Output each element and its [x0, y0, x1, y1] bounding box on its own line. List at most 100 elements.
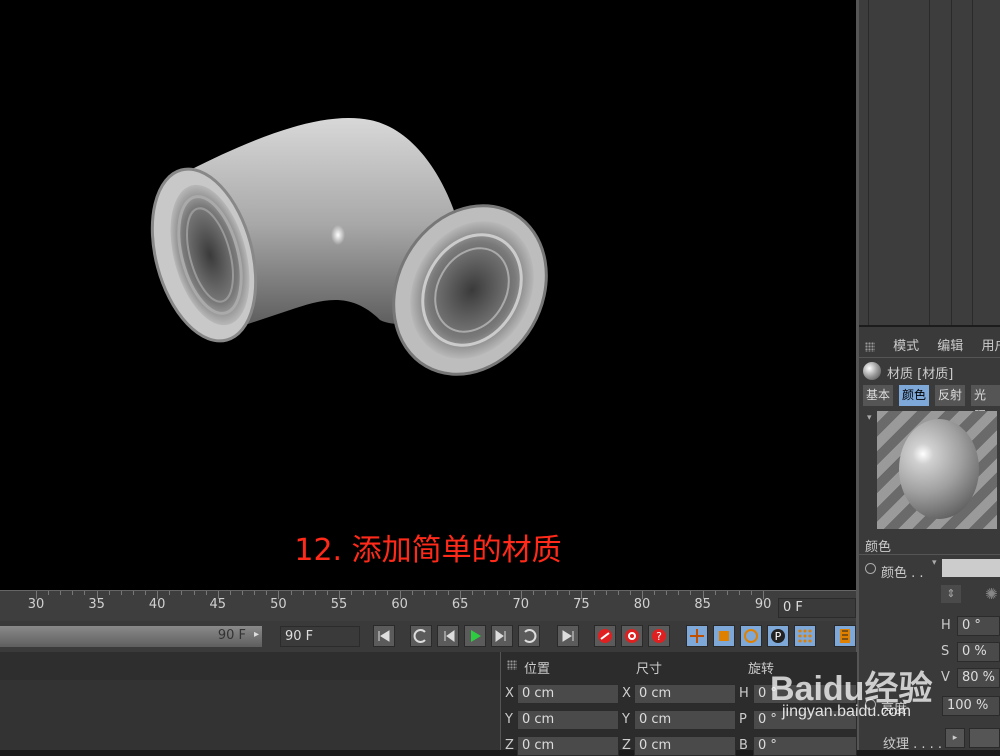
color-swatch[interactable] — [942, 559, 1000, 577]
size-y-field[interactable]: 0 cm — [634, 710, 736, 730]
timeline-tick-mark — [132, 591, 134, 595]
pos-y-field[interactable]: 0 cm — [517, 710, 619, 730]
timeline-tick-mark — [629, 591, 631, 595]
size-z-label: Z — [622, 738, 631, 753]
tab-color[interactable]: 颜色 — [899, 385, 930, 406]
timeline-tick-mark — [508, 591, 510, 595]
playback-toolbar: 90 F ▸ 90 F ? P — [0, 621, 856, 652]
autokey-button[interactable] — [621, 625, 643, 647]
timeline-tick-mark — [738, 591, 740, 595]
end-frame-field[interactable]: 90 F — [280, 626, 360, 647]
pos-x-field[interactable]: 0 cm — [517, 684, 619, 704]
point-level-button[interactable] — [794, 625, 816, 647]
previous-frame-button[interactable] — [437, 625, 459, 647]
timeline-tick-mark — [399, 591, 401, 599]
attribute-menu-bar: 模式 编辑 用户数 — [865, 335, 1000, 354]
question-icon: ? — [652, 629, 666, 643]
play-forward-button[interactable] — [464, 625, 486, 647]
timeline-ruler[interactable]: 30 35 40 45 50 55 60 65 70 75 80 85 90 0 F — [0, 590, 856, 621]
timeline-tick-mark — [266, 591, 268, 595]
next-keyframe-button[interactable] — [518, 625, 540, 647]
next-frame-icon — [495, 630, 506, 642]
timeline-tick-mark — [36, 591, 37, 599]
timeline-tick-mark — [375, 591, 377, 595]
timeline-tick-mark — [302, 591, 304, 595]
menu-userdata[interactable]: 用户数 — [981, 339, 1000, 354]
tab-basic[interactable]: 基本 — [863, 385, 894, 406]
material-tabs: 基本 颜色 反射 光照 — [863, 385, 1000, 423]
saturation-field[interactable]: 0 % — [957, 642, 1000, 662]
texture-menu-button[interactable]: ▸ — [945, 728, 965, 748]
rotate-key-button[interactable] — [740, 625, 762, 647]
size-z-field[interactable]: 0 cm — [634, 736, 736, 756]
timeline-tick-mark — [157, 591, 159, 599]
position-header: 位置 — [524, 662, 551, 677]
timeline-tick-mark — [181, 591, 183, 595]
value-field[interactable]: 80 % — [957, 668, 1000, 688]
material-ball-icon — [863, 362, 881, 380]
frame-range-slider[interactable]: 90 F ▸ — [0, 626, 262, 647]
parameter-key-button[interactable]: P — [767, 625, 789, 647]
size-x-field[interactable]: 0 cm — [634, 684, 736, 704]
timeline-tick-label: 35 — [88, 597, 105, 612]
film-strip-icon — [840, 629, 850, 643]
pos-z-label: Z — [505, 738, 514, 753]
color-radio-icon[interactable] — [865, 563, 876, 574]
timeline-tick-label: 50 — [270, 597, 287, 612]
timeline-tick-label: 40 — [148, 597, 166, 612]
scale-key-button[interactable] — [713, 625, 735, 647]
timeline-tick-mark — [84, 591, 86, 595]
current-frame-field[interactable]: 0 F — [778, 598, 856, 618]
play-icon — [471, 630, 481, 642]
previous-keyframe-button[interactable] — [410, 625, 432, 647]
timeline-tick-mark — [569, 591, 571, 595]
material-preview[interactable] — [877, 411, 997, 529]
menu-mode[interactable]: 模式 — [893, 339, 919, 354]
timeline-tick-mark — [205, 591, 207, 595]
color-wheel-icon[interactable]: ✺ — [985, 585, 1000, 603]
coordinates-panel: 位置 尺寸 旋转 X 0 cm Y 0 cm Z 0 cm X 0 cm Y 0… — [0, 652, 857, 756]
color-menu-arrow-icon[interactable]: ▾ — [932, 558, 937, 568]
next-frame-button[interactable] — [491, 625, 513, 647]
hue-field[interactable]: 0 ° — [957, 616, 1000, 636]
rot-h-label: H — [739, 686, 749, 701]
size-header: 尺寸 — [636, 662, 663, 677]
timeline-tick-mark — [411, 591, 413, 595]
go-to-end-button[interactable] — [557, 625, 579, 647]
texture-slot[interactable] — [969, 728, 1000, 748]
tab-reflectance[interactable]: 反射 — [935, 385, 966, 406]
timeline-tick-label: 80 — [633, 597, 651, 612]
viewport[interactable]: 12. 添加简单的材质 — [0, 0, 856, 590]
rot-b-field[interactable]: 0 ° — [753, 736, 857, 756]
pos-z-field[interactable]: 0 cm — [517, 736, 619, 756]
record-button[interactable] — [594, 625, 616, 647]
svg-text:?: ? — [656, 630, 662, 643]
preview-menu-arrow-icon[interactable]: ▾ — [867, 413, 872, 423]
svg-text:P: P — [775, 630, 782, 643]
eyedropper-icon[interactable]: ⇕ — [941, 585, 961, 603]
slider-handle-icon[interactable]: ▸ — [254, 629, 259, 640]
object-manager-panel — [859, 0, 1000, 325]
timeline-tick-mark — [484, 591, 486, 595]
coord-grip-icon[interactable] — [507, 660, 517, 670]
keyframe-help-button[interactable]: ? — [648, 625, 670, 647]
move-key-button[interactable] — [686, 625, 708, 647]
dots-grid-icon — [798, 629, 812, 643]
go-to-start-button[interactable] — [373, 625, 395, 647]
panel-grip-icon[interactable] — [865, 341, 875, 352]
size-x-label: X — [622, 686, 631, 701]
timeline-tick-mark — [545, 591, 547, 595]
timeline-tick-mark — [448, 591, 450, 595]
previous-key-icon — [413, 629, 426, 643]
tab-luminance[interactable]: 光照 — [971, 385, 1000, 423]
baidu-jingyan-watermark: Baidu经验 jingyan.baidu.com — [770, 655, 960, 725]
size-y-label: Y — [622, 712, 630, 727]
timeline-tick-mark — [605, 591, 607, 595]
timeline-tick-mark — [520, 591, 522, 599]
timeline-tick-mark — [532, 591, 534, 595]
menu-edit[interactable]: 编辑 — [937, 339, 963, 354]
timeline-tick-mark — [169, 591, 171, 595]
h-label: H — [941, 618, 951, 633]
timeline-tick-mark — [326, 591, 328, 595]
timeline-button[interactable] — [834, 625, 856, 647]
